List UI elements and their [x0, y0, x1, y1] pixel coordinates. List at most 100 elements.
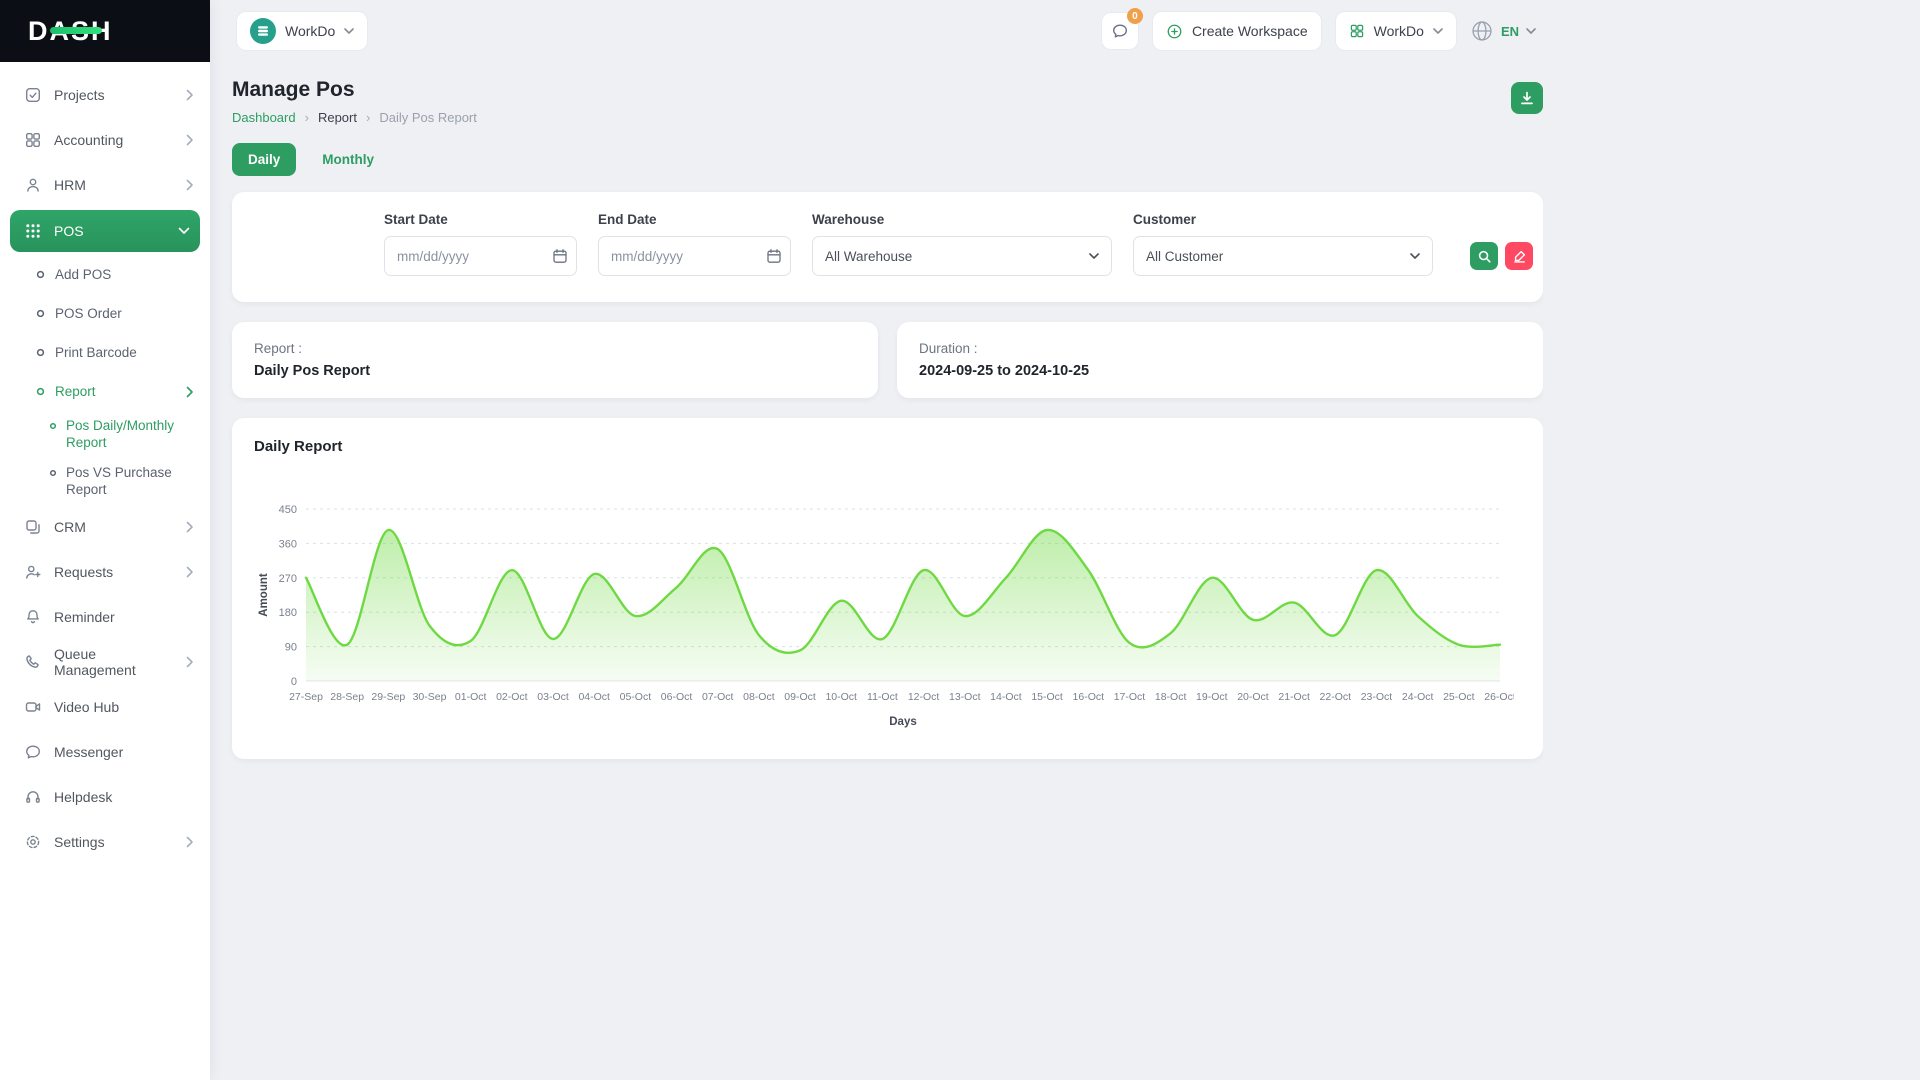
duration-summary-card: Duration : 2024-09-25 to 2024-10-25 [897, 322, 1543, 398]
svg-text:14-Oct: 14-Oct [990, 691, 1022, 703]
sidebar-item-pos-daily-monthly-report[interactable]: Pos Daily/Monthly Report [0, 411, 210, 458]
sidebar-item-helpdesk[interactable]: Helpdesk [0, 774, 210, 819]
page-header: Manage Pos Dashboard › Report › Daily Po… [232, 78, 1543, 125]
sidebar-item-label: Requests [54, 564, 113, 580]
calendar-icon[interactable] [552, 248, 568, 264]
svg-text:360: 360 [279, 538, 297, 550]
sidebar-item-hrm[interactable]: HRM [0, 162, 210, 207]
svg-text:22-Oct: 22-Oct [1320, 691, 1352, 703]
account-menu-button[interactable]: WorkDo [1335, 11, 1457, 51]
sidebar: DASH Projects Accounting HRM POS Add POS [0, 0, 210, 1080]
reset-filter-button[interactable] [1505, 242, 1533, 270]
apply-filter-button[interactable] [1470, 242, 1498, 270]
sidebar-item-requests[interactable]: Requests [0, 549, 210, 594]
breadcrumb-current: Daily Pos Report [379, 110, 477, 125]
svg-text:30-Sep: 30-Sep [413, 691, 447, 703]
workspace-selector[interactable]: WorkDo [236, 11, 368, 51]
tab-monthly[interactable]: Monthly [322, 152, 374, 167]
messages-button[interactable]: 0 [1101, 12, 1139, 50]
svg-text:26-Oct: 26-Oct [1484, 691, 1514, 703]
sidebar-item-crm[interactable]: CRM [0, 504, 210, 549]
sidebar-item-label: Queue Management [54, 646, 174, 678]
sidebar-item-print-barcode[interactable]: Print Barcode [0, 333, 210, 372]
user-plus-icon [24, 563, 42, 581]
report-summary-card: Report : Daily Pos Report [232, 322, 878, 398]
filter-actions [1470, 242, 1533, 270]
daily-report-card: Daily Report 09018027036045027-Sep28-Sep… [232, 418, 1543, 759]
sidebar-item-reminder[interactable]: Reminder [0, 594, 210, 639]
breadcrumb-report[interactable]: Report [318, 110, 357, 125]
page-title: Manage Pos [232, 78, 477, 102]
sidebar-item-label: POS Order [55, 306, 122, 321]
end-date-input[interactable] [598, 236, 791, 276]
chevron-down-icon [1526, 28, 1536, 34]
sidebar-item-messenger[interactable]: Messenger [0, 729, 210, 774]
circle-icon [48, 421, 58, 431]
sidebar-item-add-pos[interactable]: Add POS [0, 255, 210, 294]
summary-row: Report : Daily Pos Report Duration : 202… [232, 322, 1543, 398]
circle-icon [34, 346, 47, 359]
download-report-button[interactable] [1511, 82, 1543, 114]
sidebar-item-report[interactable]: Report [0, 372, 210, 411]
main-content: Manage Pos Dashboard › Report › Daily Po… [210, 62, 1543, 1080]
duration-summary-label: Duration : [919, 341, 1521, 356]
bell-icon [24, 608, 42, 626]
sidebar-item-pos-order[interactable]: POS Order [0, 294, 210, 333]
sidebar-item-video-hub[interactable]: Video Hub [0, 684, 210, 729]
sidebar-item-queue-management[interactable]: Queue Management [0, 639, 210, 684]
breadcrumb-dashboard[interactable]: Dashboard [232, 110, 296, 125]
chart-title: Daily Report [254, 438, 1521, 455]
svg-text:18-Oct: 18-Oct [1155, 691, 1187, 703]
language-code: EN [1501, 24, 1519, 39]
sidebar-item-label: Report [55, 384, 96, 399]
sidebar-item-label: Accounting [54, 132, 123, 148]
start-date-input[interactable] [384, 236, 577, 276]
svg-text:20-Oct: 20-Oct [1237, 691, 1269, 703]
sidebar-item-accounting[interactable]: Accounting [0, 117, 210, 162]
sidebar-item-settings[interactable]: Settings [0, 819, 210, 864]
start-date-label: Start Date [384, 212, 577, 227]
workspace-icon [250, 18, 276, 44]
chat-icon [24, 743, 42, 761]
eraser-icon [1512, 249, 1527, 264]
duration-summary-value: 2024-09-25 to 2024-10-25 [919, 363, 1521, 379]
sidebar-item-label: Helpdesk [54, 789, 112, 805]
sidebar-item-pos-vs-purchase-report[interactable]: Pos VS Purchase Report [0, 458, 210, 505]
svg-text:29-Sep: 29-Sep [371, 691, 405, 703]
svg-text:0: 0 [291, 676, 297, 688]
svg-text:09-Oct: 09-Oct [784, 691, 816, 703]
create-workspace-button[interactable]: Create Workspace [1152, 11, 1322, 51]
headset-icon [24, 788, 42, 806]
calendar-icon[interactable] [766, 248, 782, 264]
warehouse-label: Warehouse [812, 212, 1112, 227]
gear-icon [24, 833, 42, 851]
svg-text:13-Oct: 13-Oct [949, 691, 981, 703]
sidebar-item-pos[interactable]: POS [10, 210, 200, 252]
create-workspace-label: Create Workspace [1192, 23, 1308, 39]
svg-text:21-Oct: 21-Oct [1278, 691, 1310, 703]
sidebar-item-label: HRM [54, 177, 86, 193]
language-selector[interactable]: EN [1470, 19, 1536, 43]
apps-grid-icon [24, 222, 42, 240]
grid-icon [24, 131, 42, 149]
breadcrumb-separator: › [366, 110, 370, 125]
layers-icon [24, 518, 42, 536]
tab-daily[interactable]: Daily [232, 143, 296, 176]
topbar: WorkDo 0 Create Workspace WorkDo EN [210, 0, 1550, 62]
chevron-right-icon [186, 566, 194, 578]
svg-text:270: 270 [279, 573, 297, 585]
svg-text:19-Oct: 19-Oct [1196, 691, 1228, 703]
svg-text:24-Oct: 24-Oct [1402, 691, 1434, 703]
messages-badge: 0 [1127, 8, 1143, 24]
svg-text:10-Oct: 10-Oct [825, 691, 857, 703]
svg-text:11-Oct: 11-Oct [867, 691, 898, 703]
app-logo[interactable]: DASH [0, 0, 210, 62]
sidebar-item-label: Video Hub [54, 699, 119, 715]
svg-text:08-Oct: 08-Oct [743, 691, 775, 703]
svg-text:90: 90 [285, 642, 297, 654]
chevron-down-icon [344, 28, 354, 34]
customer-select[interactable]: All Customer [1133, 236, 1433, 276]
sidebar-item-label: Messenger [54, 744, 123, 760]
sidebar-item-projects[interactable]: Projects [0, 72, 210, 117]
warehouse-select[interactable]: All Warehouse [812, 236, 1112, 276]
